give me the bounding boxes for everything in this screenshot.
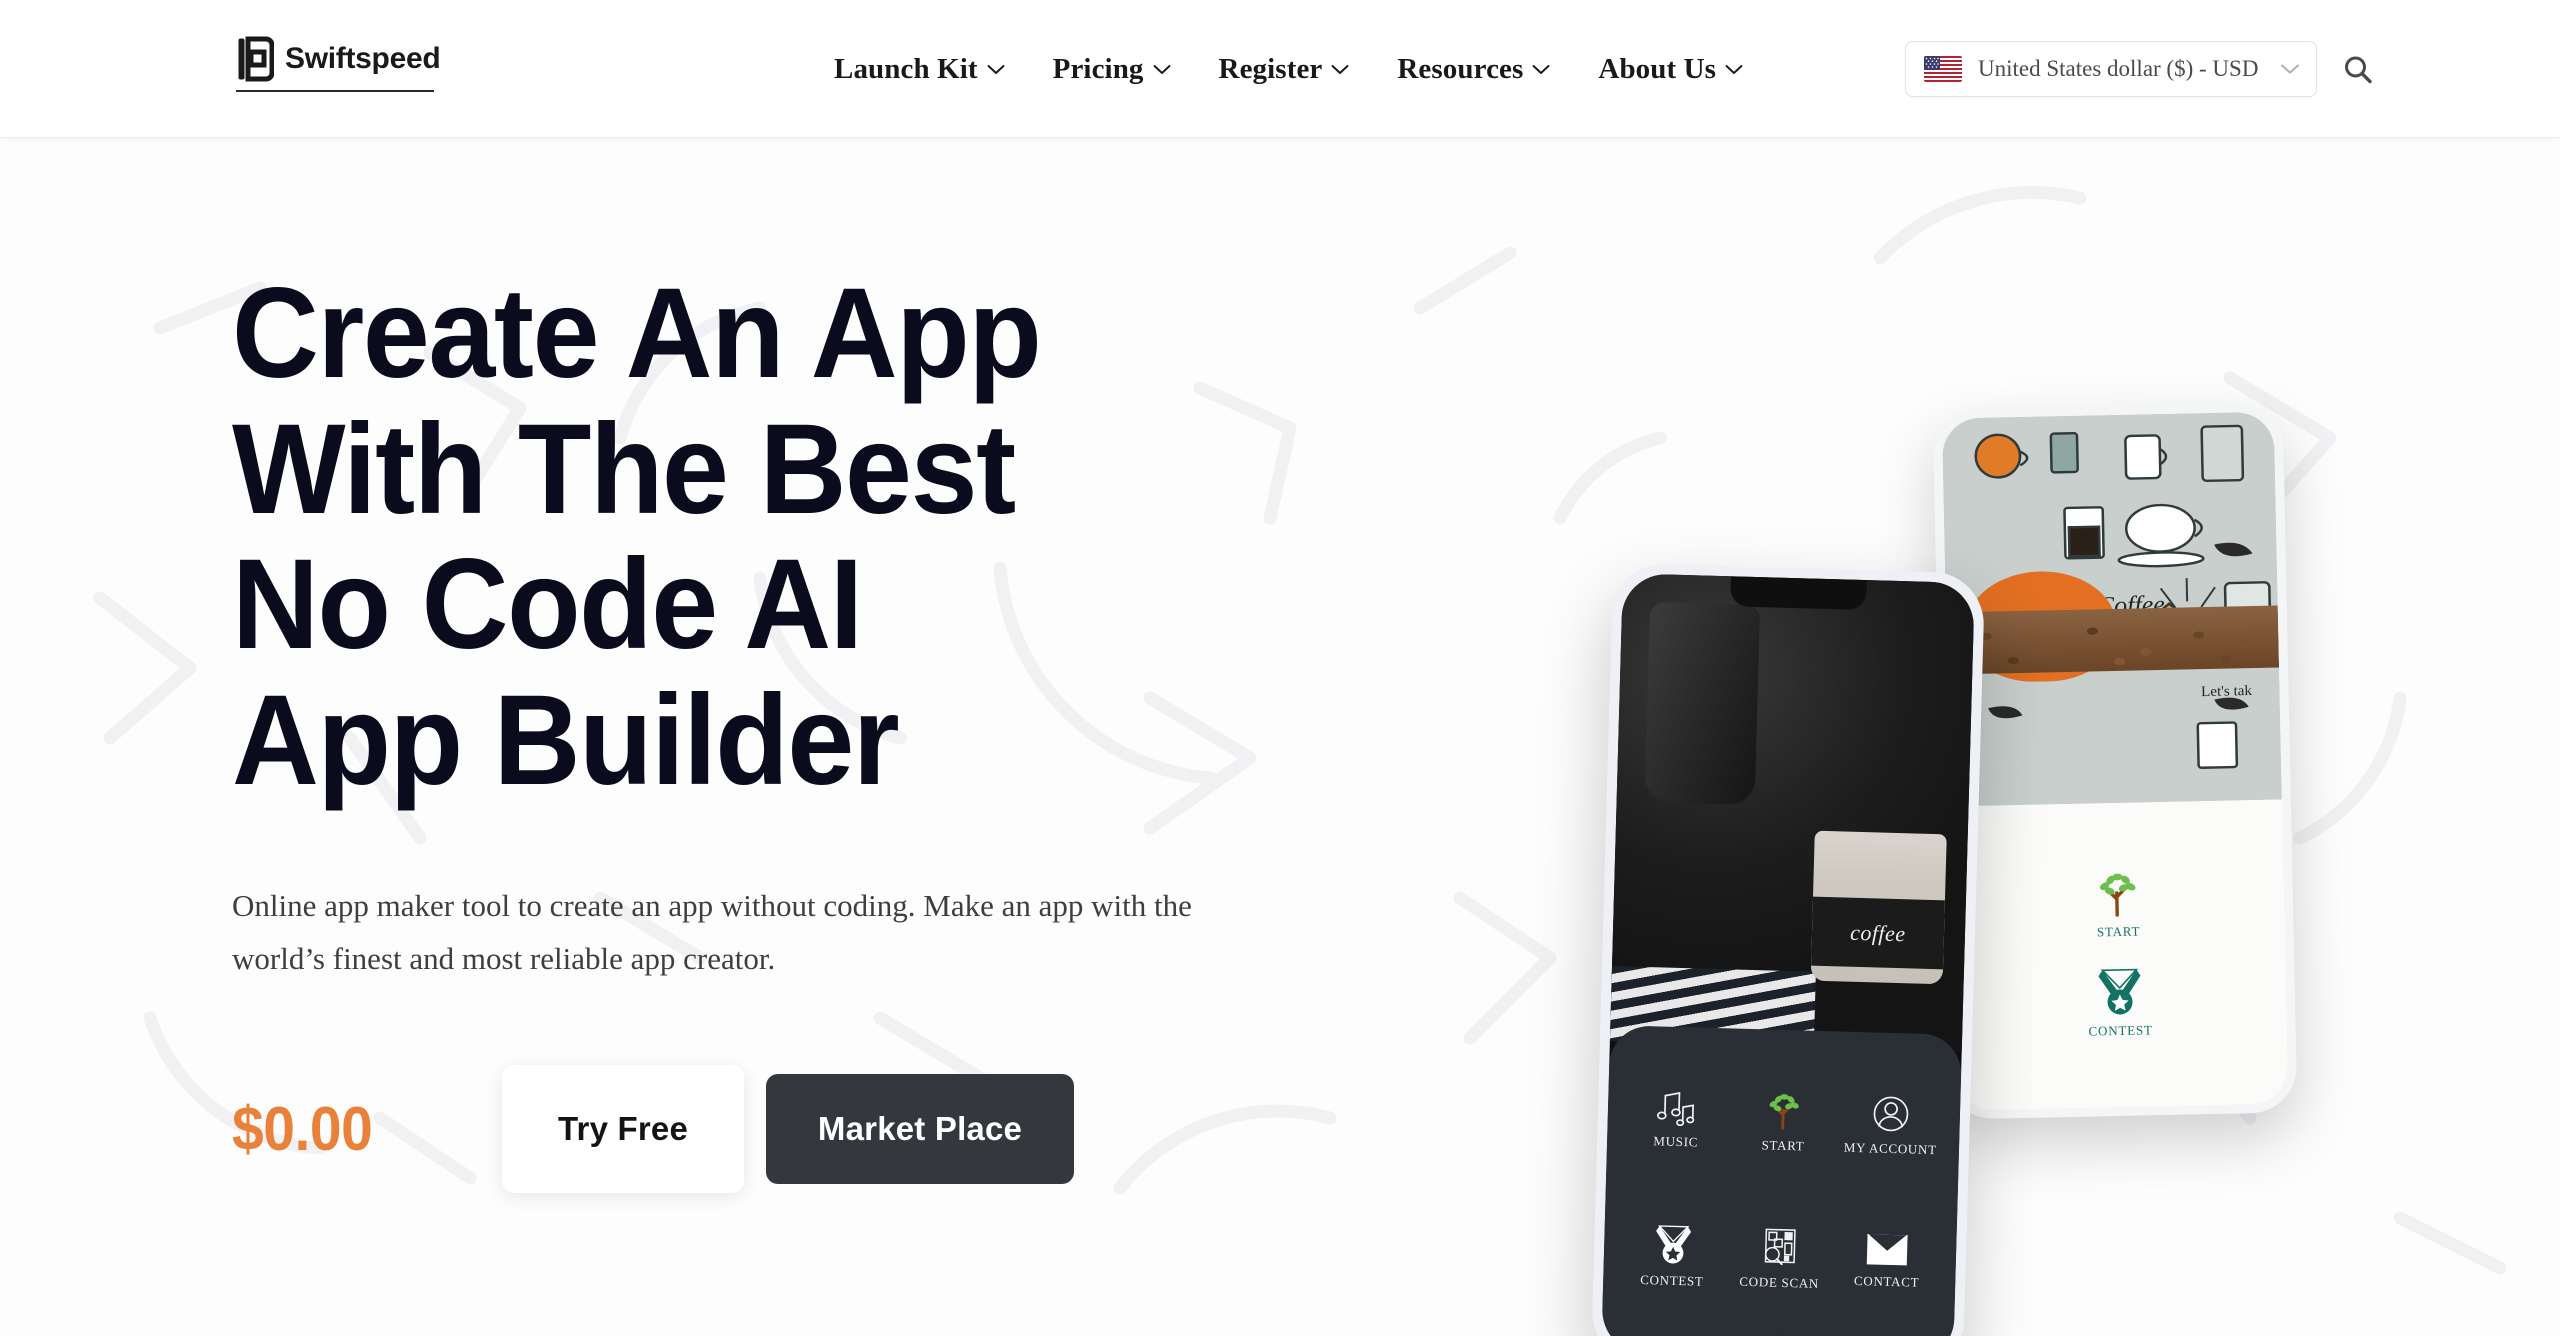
hero-section: Create An App With The Best No Code AI A… xyxy=(0,138,2560,1336)
phone-mockup-front: coffee MUSIC START MY ACCOUNT CONTEST CO… xyxy=(1590,562,1986,1336)
chevron-down-icon xyxy=(1331,64,1349,74)
logo-underline xyxy=(236,90,434,92)
coffee-mug: coffee xyxy=(1810,831,1947,985)
brand-name: Swiftspeed xyxy=(285,42,441,75)
back-menu-item-start[interactable]: START xyxy=(2094,870,2141,940)
back-menu-label: CONTEST xyxy=(2088,1022,2153,1039)
currency-selected-label: United States dollar ($) - USD xyxy=(1978,56,2259,81)
nav-label: Register xyxy=(1218,52,1323,85)
search-button[interactable] xyxy=(2338,50,2378,90)
front-menu-item-contest[interactable]: CONTEST xyxy=(1620,1190,1725,1323)
phone-front-menu: MUSIC START MY ACCOUNT CONTEST CODE SCAN… xyxy=(1601,1025,1963,1336)
currency-selector[interactable]: United States dollar ($) - USD xyxy=(1905,41,2317,97)
qr-scan-icon xyxy=(1764,1228,1796,1266)
try-free-button[interactable]: Try Free xyxy=(502,1065,744,1194)
phone-back-menu: START CONTEST xyxy=(1949,799,2289,1111)
front-menu-label: CONTACT xyxy=(1853,1273,1920,1290)
hero-copy: Create An App With The Best No Code AI A… xyxy=(232,266,1392,1194)
page-title: Create An App With The Best No Code AI A… xyxy=(232,266,1322,809)
nav-item-register[interactable]: Register xyxy=(1195,53,1374,86)
mug-caption: coffee xyxy=(1849,919,1907,947)
headline-line-2: With The Best xyxy=(232,397,1016,541)
front-menu-item-contact[interactable]: CONTACT xyxy=(1835,1196,1940,1329)
nav-label: Launch Kit xyxy=(834,52,978,85)
brand-logo[interactable]: Swiftspeed xyxy=(236,36,441,92)
nav-item-launch-kit[interactable]: Launch Kit xyxy=(810,53,1029,86)
front-menu-item-code-scan[interactable]: CODE SCAN xyxy=(1727,1193,1832,1326)
phone-front-screen: coffee MUSIC START MY ACCOUNT CONTEST CO… xyxy=(1601,573,1975,1336)
coffee-beans-band xyxy=(1945,605,2280,675)
hero-subtitle: Online app maker tool to create an app w… xyxy=(232,887,1192,976)
site-header: Swiftspeed Launch Kit Pricing Register R… xyxy=(0,0,2560,138)
main-navigation: Launch Kit Pricing Register Resources Ab… xyxy=(810,0,1767,138)
swiftspeed-square-logo-icon xyxy=(238,36,274,82)
phone-mockups: Coffee Let's tak START CONTEST coffee MU… xyxy=(1380,276,2560,1336)
market-place-button[interactable]: Market Place xyxy=(766,1074,1074,1185)
music-notes-icon xyxy=(1656,1092,1694,1127)
headline-line-1: Create An App xyxy=(232,262,1042,405)
envelope-icon xyxy=(1867,1233,1909,1266)
front-menu-label: CODE SCAN xyxy=(1739,1273,1820,1292)
front-menu-item-music[interactable]: MUSIC xyxy=(1624,1054,1729,1187)
price-label: $0.00 xyxy=(232,1094,373,1164)
nav-label: Pricing xyxy=(1052,52,1144,85)
phone-back-screen: Coffee Let's tak START CONTEST xyxy=(1941,411,2289,1111)
search-icon xyxy=(2345,56,2372,84)
coffee-illustration-wallpaper: Coffee Let's tak xyxy=(1941,411,2282,806)
tree-icon xyxy=(1769,1094,1799,1130)
headline-line-3: No Code AI xyxy=(232,533,863,677)
landing-page: Swiftspeed Launch Kit Pricing Register R… xyxy=(0,0,2560,1336)
chevron-down-icon xyxy=(2281,64,2299,74)
front-menu-label: MUSIC xyxy=(1653,1133,1699,1150)
kettle-shape xyxy=(1644,602,1761,806)
nav-item-about-us[interactable]: About Us xyxy=(1574,53,1767,86)
front-menu-label: MY ACCOUNT xyxy=(1843,1139,1937,1158)
nav-item-pricing[interactable]: Pricing xyxy=(1029,53,1195,86)
mug-label-band: coffee xyxy=(1810,897,1945,970)
coffee-photo: coffee xyxy=(1609,573,1975,1051)
chevron-down-icon xyxy=(1153,64,1170,74)
user-account-icon xyxy=(1873,1096,1909,1132)
medal-icon xyxy=(2098,968,2141,1015)
back-menu-item-contest[interactable]: CONTEST xyxy=(2087,965,2153,1039)
front-menu-item-start[interactable]: START xyxy=(1731,1057,1836,1190)
front-menu-label: CONTEST xyxy=(1639,1272,1704,1289)
logo-row: Swiftspeed xyxy=(236,36,441,82)
back-menu-label: START xyxy=(2096,923,2141,940)
nav-item-resources[interactable]: Resources xyxy=(1373,53,1574,86)
nav-label: About Us xyxy=(1598,52,1717,85)
hero-cta-row: $0.00 Try Free Market Place xyxy=(232,1065,1392,1194)
chevron-down-icon xyxy=(1532,64,1550,74)
svg-text:Let's tak: Let's tak xyxy=(2201,683,2253,700)
us-flag-icon xyxy=(1924,56,1962,82)
tree-icon xyxy=(2099,873,2136,917)
headline-line-4: App Builder xyxy=(232,669,900,813)
medal-icon xyxy=(1655,1225,1691,1264)
phone-notch xyxy=(1730,576,1867,611)
phone-mockup-back: Coffee Let's tak START CONTEST xyxy=(1932,402,2298,1120)
front-menu-label: START xyxy=(1761,1137,1805,1154)
chevron-down-icon xyxy=(987,64,1005,74)
chevron-down-icon xyxy=(1725,64,1743,74)
front-menu-item-my-account[interactable]: MY ACCOUNT xyxy=(1838,1060,1943,1193)
nav-label: Resources xyxy=(1397,52,1524,85)
